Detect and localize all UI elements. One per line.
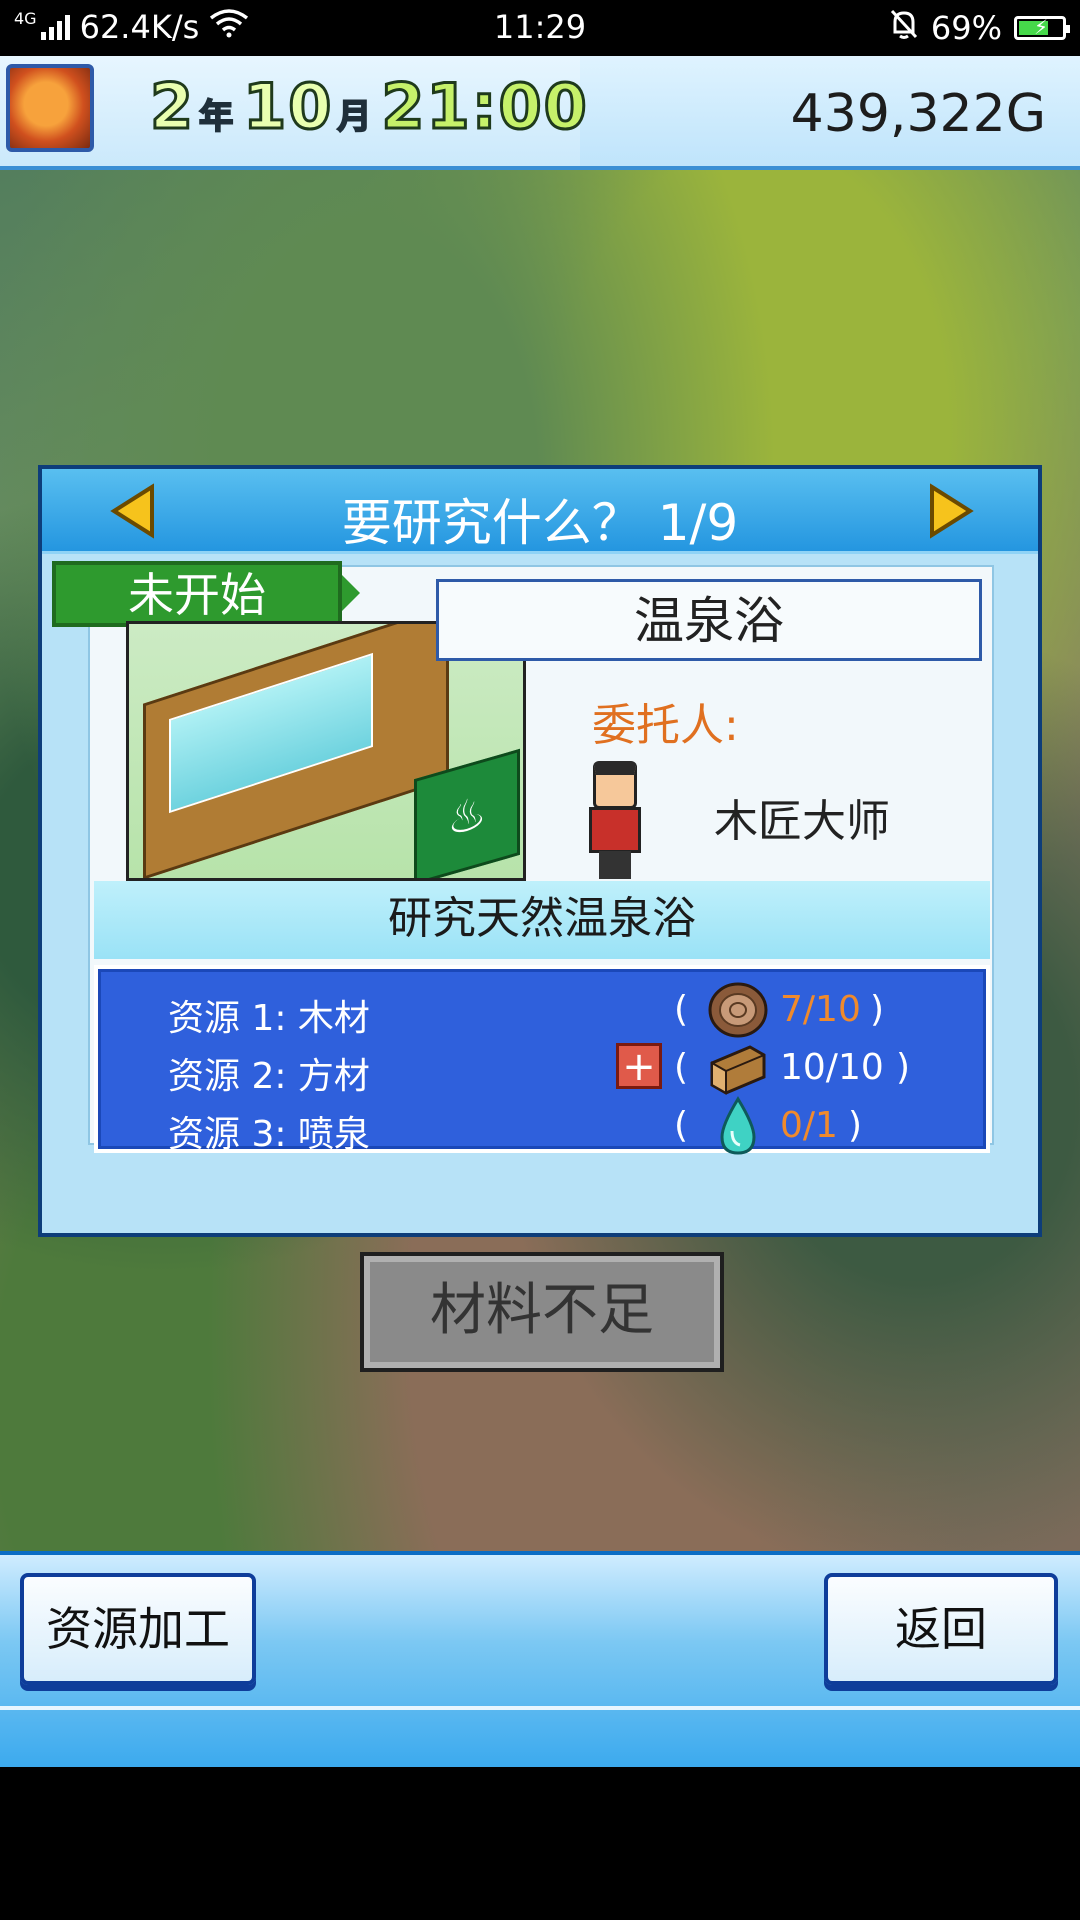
resource-count: 7/10 [780,989,861,1030]
resource-row-wood: 资源 1: 木材 ( 7/10 ) [98,981,986,1039]
bottom-divider [0,1706,1080,1710]
resource-label: 资源 1: 木材 [168,998,370,1039]
facility-name: 温泉浴 [436,579,982,661]
bottom-bar: 资源加工 返回 [0,1551,1080,1771]
resource-row-fountain: 资源 3: 喷泉 ( 0/1 ) [98,1095,986,1157]
research-panel: 要研究什么？ 1/9 未开始 ♨ 温泉浴 委托人: 木匠大师 研究天然温泉浴 资… [38,465,1042,1237]
client-avatar [587,761,645,879]
research-description: 研究天然温泉浴 [94,881,990,959]
month-value: 10 [242,69,334,145]
battery-icon: ⚡ [1014,15,1070,40]
research-title: 要研究什么？ 1/9 [341,494,739,552]
status-right: 69% ⚡ [889,8,1070,48]
year-value: 2 [148,69,196,145]
research-panel-header: 要研究什么？ 1/9 [42,469,1038,554]
resource-label: 资源 3: 喷泉 [168,1114,370,1155]
resource-processing-button[interactable]: 资源加工 [20,1573,256,1685]
battery-percent: 69% [930,9,1002,47]
add-resource-button[interactable]: + [616,1043,662,1089]
gold-amount: 439,322G [790,84,1046,144]
top-hud: 2 年 10 月 21:00 439,322G [0,56,1080,170]
resource-count: 10/10 [780,1047,884,1088]
game-clock: 21:00 [380,69,589,145]
insufficient-materials-button[interactable]: 材料不足 [360,1252,724,1372]
month-unit: 月 [336,96,372,138]
mute-bell-icon [889,8,919,48]
next-arrow-icon[interactable] [924,483,976,539]
year-unit: 年 [198,96,234,138]
status-bar: 4G 62.4K/s 11:29 69% ⚡ [0,0,1080,56]
log-icon [706,979,770,1041]
client-name: 木匠大师 [714,796,890,847]
plank-icon [706,1037,770,1099]
resource-count: 0/1 [780,1105,838,1146]
game-date: 2 年 10 月 21:00 [148,69,589,145]
back-button[interactable]: 返回 [824,1573,1058,1685]
client-label: 委托人: [592,700,739,751]
resource-label: 资源 2: 方材 [168,1056,370,1097]
screen-bottom-edge [0,1767,1080,1920]
resource-row-plank: 资源 2: 方材 + ( 10/10 ) [98,1039,986,1097]
resource-list: 资源 1: 木材 ( 7/10 ) 资源 2: 方材 + (10/10) 资… [94,965,990,1157]
player-avatar[interactable] [6,64,94,152]
water-drop-icon [706,1095,770,1157]
status-badge: 未开始 [52,561,360,627]
